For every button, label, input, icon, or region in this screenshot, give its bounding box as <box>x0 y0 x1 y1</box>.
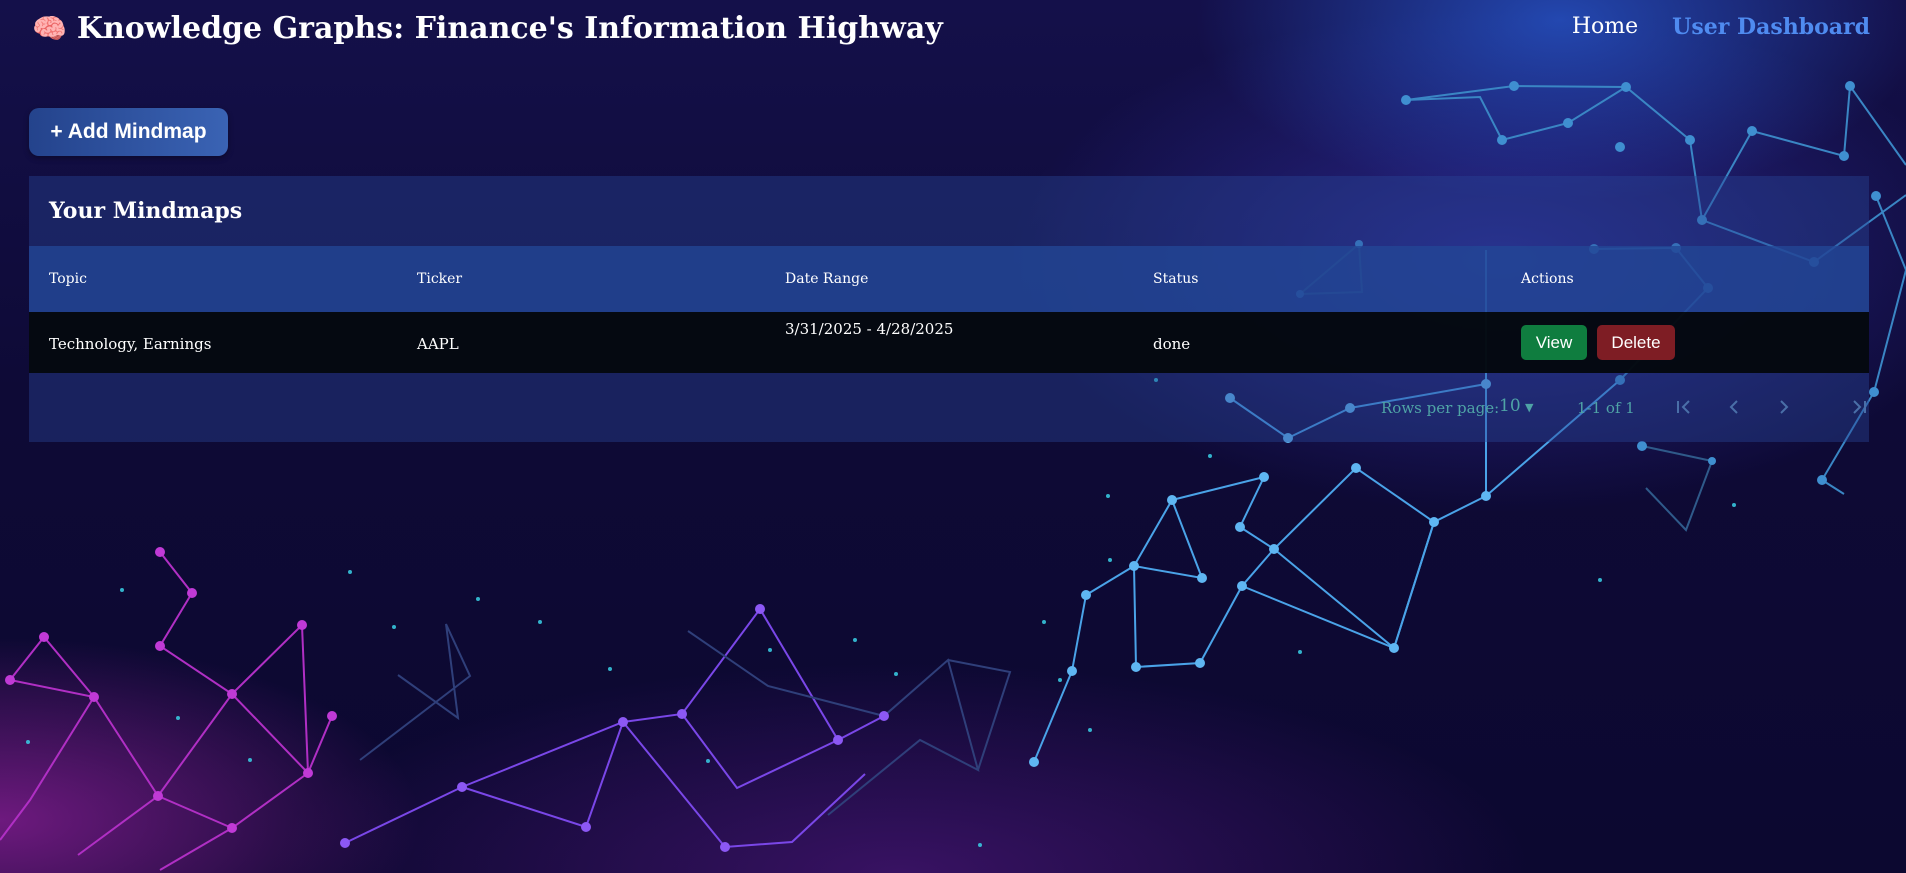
nav-user-dashboard-link[interactable]: User Dashboard <box>1672 14 1870 40</box>
table-row: Technology, Earnings AAPL 3/31/2025 - 4/… <box>29 312 1869 373</box>
next-page-icon[interactable] <box>1770 393 1798 421</box>
brand: 🧠 Knowledge Graphs: Finance's Informatio… <box>32 12 943 46</box>
rows-per-page-select[interactable]: 10 <box>1499 396 1521 416</box>
cell-topic: Technology, Earnings <box>49 335 212 353</box>
mindmaps-table-card: Your Mindmaps Topic Ticker Date Range St… <box>29 176 1869 442</box>
app-title: Knowledge Graphs: Finance's Information … <box>76 11 943 46</box>
previous-page-icon[interactable] <box>1720 393 1748 421</box>
brain-icon: 🧠 <box>32 12 67 45</box>
column-header-date-range: Date Range <box>785 271 869 287</box>
table-title: Your Mindmaps <box>49 198 243 224</box>
column-header-ticker: Ticker <box>417 271 463 287</box>
cell-date-range: 3/31/2025 - 4/28/2025 <box>785 320 954 338</box>
chevron-down-icon[interactable]: ▼ <box>1525 401 1533 414</box>
top-navbar: 🧠 Knowledge Graphs: Finance's Informatio… <box>0 0 1906 60</box>
column-header-topic: Topic <box>49 271 87 287</box>
view-button[interactable]: View <box>1521 325 1587 360</box>
pagination-bar: Rows per page: 10 ▼ 1-1 of 1 <box>29 373 1869 442</box>
cell-ticker: AAPL <box>417 335 459 353</box>
rows-per-page-label: Rows per page: <box>1381 399 1500 417</box>
last-page-icon[interactable] <box>1845 393 1873 421</box>
table-header-row: Topic Ticker Date Range Status Actions <box>29 246 1869 312</box>
column-header-actions: Actions <box>1521 271 1574 287</box>
first-page-icon[interactable] <box>1670 393 1698 421</box>
main-nav: Home User Dashboard <box>1572 14 1870 40</box>
delete-button[interactable]: Delete <box>1597 325 1675 360</box>
add-mindmap-button[interactable]: + Add Mindmap <box>29 108 228 156</box>
pagination-range: 1-1 of 1 <box>1577 399 1635 417</box>
column-header-status: Status <box>1153 271 1199 287</box>
cell-status: done <box>1153 335 1191 353</box>
nav-home-link[interactable]: Home <box>1572 14 1638 40</box>
